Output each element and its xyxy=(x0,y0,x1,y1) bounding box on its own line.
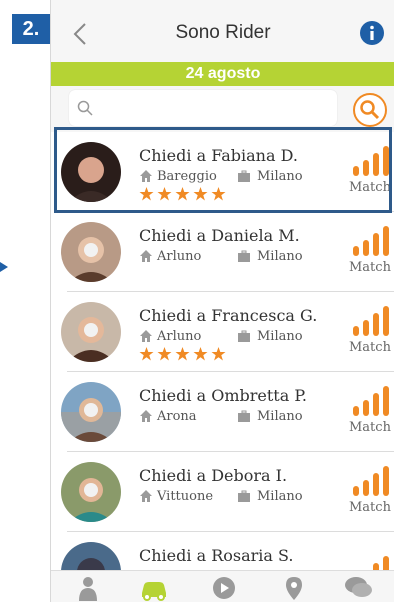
match-label: Match xyxy=(349,500,391,515)
header: Sono Rider xyxy=(51,0,394,62)
left-margin xyxy=(0,0,50,602)
to-city: Milano xyxy=(257,249,303,264)
avatar xyxy=(61,382,121,442)
rider-name: Chiedi a Ombretta P. xyxy=(139,386,307,405)
rider-name: Chiedi a Rosaria S. xyxy=(139,546,294,565)
to-city: Milano xyxy=(257,409,303,424)
briefcase-icon xyxy=(238,250,250,262)
rider-name: Chiedi a Debora I. xyxy=(139,466,288,485)
from-city: Arluno xyxy=(157,329,202,344)
to-city: Milano xyxy=(257,489,303,504)
avatar xyxy=(61,462,121,522)
star-icon xyxy=(175,347,190,361)
search-box[interactable] xyxy=(69,90,337,126)
phone-screen: Sono Rider 24 agosto Chiedi a Fabiana D.… xyxy=(50,0,394,602)
search-area xyxy=(51,86,394,132)
tab-bar xyxy=(51,570,394,602)
avatar xyxy=(61,302,121,362)
match-label: Match xyxy=(349,260,391,275)
home-icon xyxy=(140,490,152,502)
selection-highlight xyxy=(54,127,392,213)
avatar xyxy=(61,222,121,282)
home-icon xyxy=(140,410,152,422)
match-bars-icon xyxy=(353,226,389,256)
car-icon[interactable] xyxy=(139,575,169,601)
list-item[interactable]: Chiedi a Debora I. Vittuone Milano Match xyxy=(51,452,394,532)
rating-stars xyxy=(139,346,229,365)
star-icon xyxy=(193,347,208,361)
step-badge: 2. xyxy=(12,14,50,44)
to-city: Milano xyxy=(257,329,303,344)
rider-name: Chiedi a Daniela M. xyxy=(139,226,300,245)
list-item[interactable]: Chiedi a Ombretta P. Arona Milano Match xyxy=(51,372,394,452)
location-pin-icon[interactable] xyxy=(279,575,309,601)
from-city: Arluno xyxy=(157,249,202,264)
match-label: Match xyxy=(349,340,391,355)
from-city: Arona xyxy=(157,409,197,424)
briefcase-icon xyxy=(238,490,250,502)
search-button[interactable] xyxy=(351,92,389,128)
rider-name: Chiedi a Francesca G. xyxy=(139,306,318,325)
date-bar: 24 agosto xyxy=(51,62,394,86)
match-bars-icon xyxy=(353,306,389,336)
match-label: Match xyxy=(349,420,391,435)
star-icon xyxy=(211,347,226,361)
list-item[interactable]: Chiedi a Daniela M. Arluno Milano Match xyxy=(51,212,394,292)
search-input[interactable] xyxy=(97,98,331,116)
briefcase-icon xyxy=(238,330,250,342)
pointer-arrow-icon xyxy=(0,262,8,272)
play-icon[interactable] xyxy=(209,575,239,601)
briefcase-icon xyxy=(238,410,250,422)
star-icon xyxy=(157,347,172,361)
list-item[interactable]: Chiedi a Francesca G. Arluno Milano Matc… xyxy=(51,292,394,372)
match-bars-icon xyxy=(353,466,389,496)
star-icon xyxy=(139,347,154,361)
page-title: Sono Rider xyxy=(175,22,271,43)
chat-icon[interactable] xyxy=(343,575,373,601)
from-city: Vittuone xyxy=(157,489,214,504)
home-icon xyxy=(140,330,152,342)
info-icon[interactable] xyxy=(359,20,385,46)
match-bars-icon xyxy=(353,386,389,416)
person-icon[interactable] xyxy=(73,575,103,601)
search-icon xyxy=(77,100,93,116)
home-icon xyxy=(140,250,152,262)
